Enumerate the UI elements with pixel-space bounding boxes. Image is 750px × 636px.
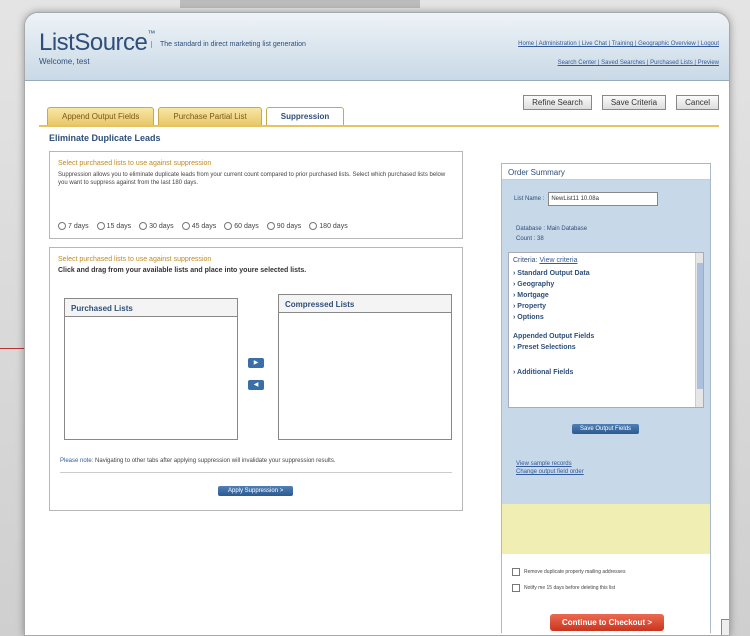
logo: ListSource™ [39, 29, 155, 56]
order-summary-panel: Order Summary List Name : NewList11 10.0… [501, 163, 711, 634]
suppression-note: Please note: Navigating to other tabs af… [60, 458, 336, 464]
tab-purchase-partial-list[interactable]: Purchase Partial List [158, 107, 262, 125]
radio-90-days[interactable]: 90 days [266, 222, 301, 230]
continue-to-checkout-button[interactable]: Continue to Checkout > [550, 614, 664, 631]
database-row: Database : Main Database [516, 226, 588, 232]
refine-search-button[interactable]: Refine Search [523, 95, 592, 110]
action-buttons: Refine Search Save Criteria Cancel [523, 95, 719, 110]
radio-7-days[interactable]: 7 days [58, 222, 89, 230]
suppression-days-panel: Select purchased lists to use against su… [49, 151, 463, 239]
header: ListSource™ The standard in direct marke… [25, 13, 729, 81]
save-output-fields-button[interactable]: Save Output Fields [572, 424, 640, 434]
change-output-field-order-link[interactable]: Change output field order [516, 468, 584, 476]
checkbox[interactable] [512, 584, 520, 592]
compressed-lists-title: Compressed Lists [279, 295, 451, 313]
lists-heading: Select purchased lists to use against su… [58, 256, 212, 263]
summary-highlight [502, 504, 710, 554]
tagline: The standard in direct marketing list ge… [151, 41, 306, 48]
count-row: Count : 38 [516, 236, 544, 242]
notify-checkbox[interactable]: Notify me 15 days before deleting this l… [512, 584, 615, 592]
tab-suppression[interactable]: Suppression [265, 107, 345, 125]
view-criteria-link[interactable]: View criteria [539, 257, 577, 264]
radio-60-days[interactable]: 60 days [224, 222, 259, 230]
background-bar [180, 0, 420, 8]
secondary-nav-links[interactable]: Search Center | Saved Searches | Purchas… [558, 60, 719, 66]
radio-45-days[interactable]: 45 days [181, 222, 216, 230]
suppression-description: Suppression allows you to eliminate dupl… [58, 172, 446, 186]
criteria-header: Criteria: View criteria [513, 257, 578, 264]
lists-instruction: Click and drag from your available lists… [58, 267, 307, 274]
additional-fields-item[interactable]: › Additional Fields [509, 367, 703, 378]
radio-circle[interactable] [139, 222, 148, 230]
listsource-window: ListSource™ The standard in direct marke… [24, 12, 730, 636]
remove-duplicates-checkbox[interactable]: Remove duplicate property mailing addres… [512, 568, 625, 576]
save-criteria-button[interactable]: Save Criteria [601, 95, 667, 110]
radio-30-days[interactable]: 30 days [139, 222, 174, 230]
days-radio-group: 7 days 15 days 30 days 45 days 60 days 9… [58, 222, 348, 230]
lists-panel: Select purchased lists to use against su… [49, 247, 463, 511]
page-icon [721, 619, 729, 635]
radio-circle[interactable] [181, 222, 190, 230]
criteria-item[interactable]: › Standard Output Data [509, 268, 703, 279]
compressed-lists-box[interactable]: Compressed Lists [278, 294, 452, 440]
move-left-arrow-icon[interactable]: ◀ [248, 380, 264, 390]
list-name-input[interactable]: NewList11 10.08a [548, 192, 659, 206]
scroll-thumb[interactable] [697, 263, 703, 389]
criteria-item[interactable]: › Options [509, 312, 703, 323]
cancel-button[interactable]: Cancel [676, 95, 719, 110]
criteria-item[interactable]: › Property [509, 301, 703, 312]
criteria-item[interactable]: › Geography [509, 279, 703, 290]
view-sample-records-link[interactable]: View sample records [516, 460, 584, 468]
tabs: Append Output Fields Purchase Partial Li… [47, 107, 345, 125]
apply-suppression-button[interactable]: Apply Suppression > [218, 486, 294, 496]
order-summary-title: Order Summary [502, 164, 710, 180]
preset-selections-item[interactable]: › Preset Selections [509, 342, 703, 353]
purchased-lists-box[interactable]: Purchased Lists [64, 298, 238, 440]
welcome-text: Welcome, test [39, 57, 90, 66]
criteria-scrollbar[interactable] [695, 253, 703, 407]
radio-15-days[interactable]: 15 days [96, 222, 131, 230]
radio-circle[interactable] [224, 222, 233, 230]
radio-circle[interactable] [266, 222, 275, 230]
divider [60, 472, 452, 473]
criteria-item[interactable]: › Mortgage [509, 290, 703, 301]
purchased-lists-title: Purchased Lists [65, 299, 237, 317]
top-nav-links[interactable]: Home | Administration | Live Chat | Trai… [518, 41, 719, 47]
suppression-heading: Select purchased lists to use against su… [58, 160, 212, 167]
checkbox[interactable] [512, 568, 520, 576]
criteria-box: Criteria: View criteria › Standard Outpu… [508, 252, 704, 408]
radio-circle[interactable] [309, 222, 318, 230]
list-name-row: List Name : NewList11 10.08a [514, 192, 659, 206]
tab-append-output-fields[interactable]: Append Output Fields [47, 107, 155, 125]
summary-links: View sample records Change output field … [516, 460, 584, 476]
radio-circle[interactable] [96, 222, 105, 230]
move-right-arrow-icon[interactable]: ▶ [248, 358, 264, 368]
radio-circle[interactable] [58, 222, 66, 230]
tab-underline [39, 125, 719, 127]
appended-output-fields-label: Appended Output Fields [513, 333, 595, 340]
section-title: Eliminate Duplicate Leads [49, 133, 161, 143]
radio-180-days[interactable]: 180 days [309, 222, 348, 230]
